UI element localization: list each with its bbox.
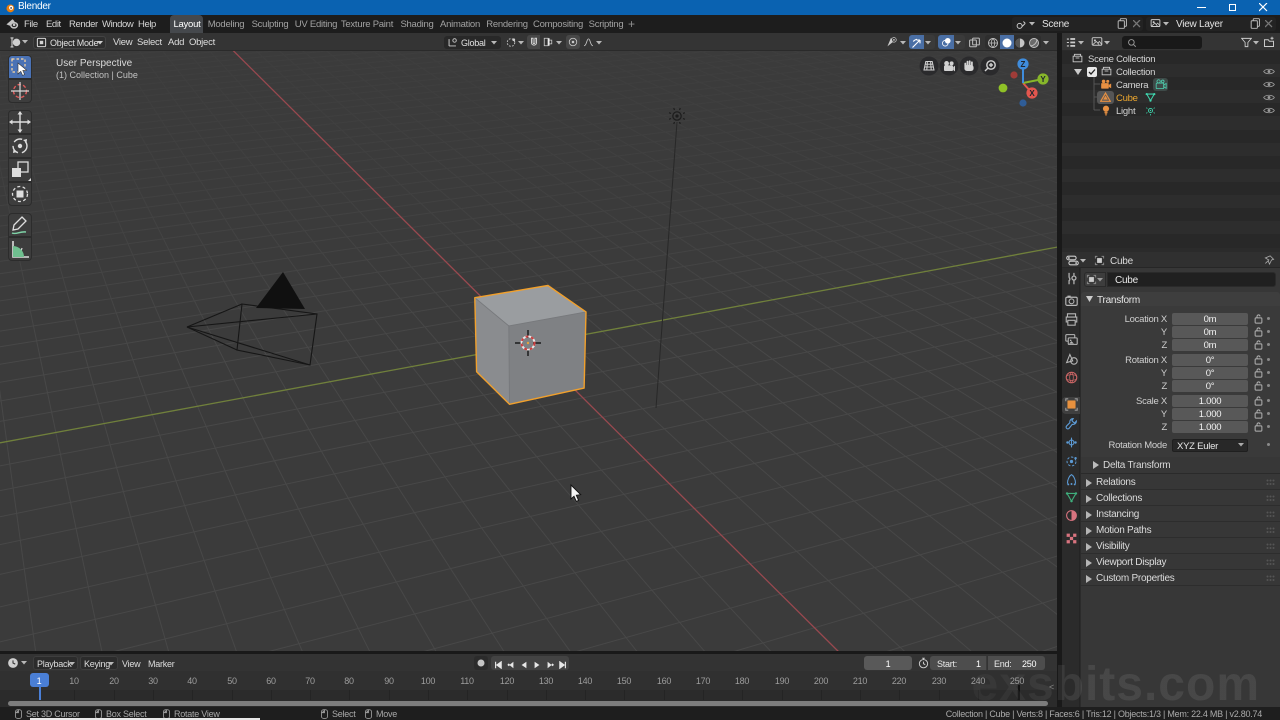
svg-text:X: X [1029,89,1035,98]
svg-text:Y: Y [1040,75,1046,84]
svg-text:(1) Collection | Cube: (1) Collection | Cube [56,70,138,80]
svg-text:User Perspective: User Perspective [56,58,133,69]
svg-text:Z: Z [1021,60,1026,69]
